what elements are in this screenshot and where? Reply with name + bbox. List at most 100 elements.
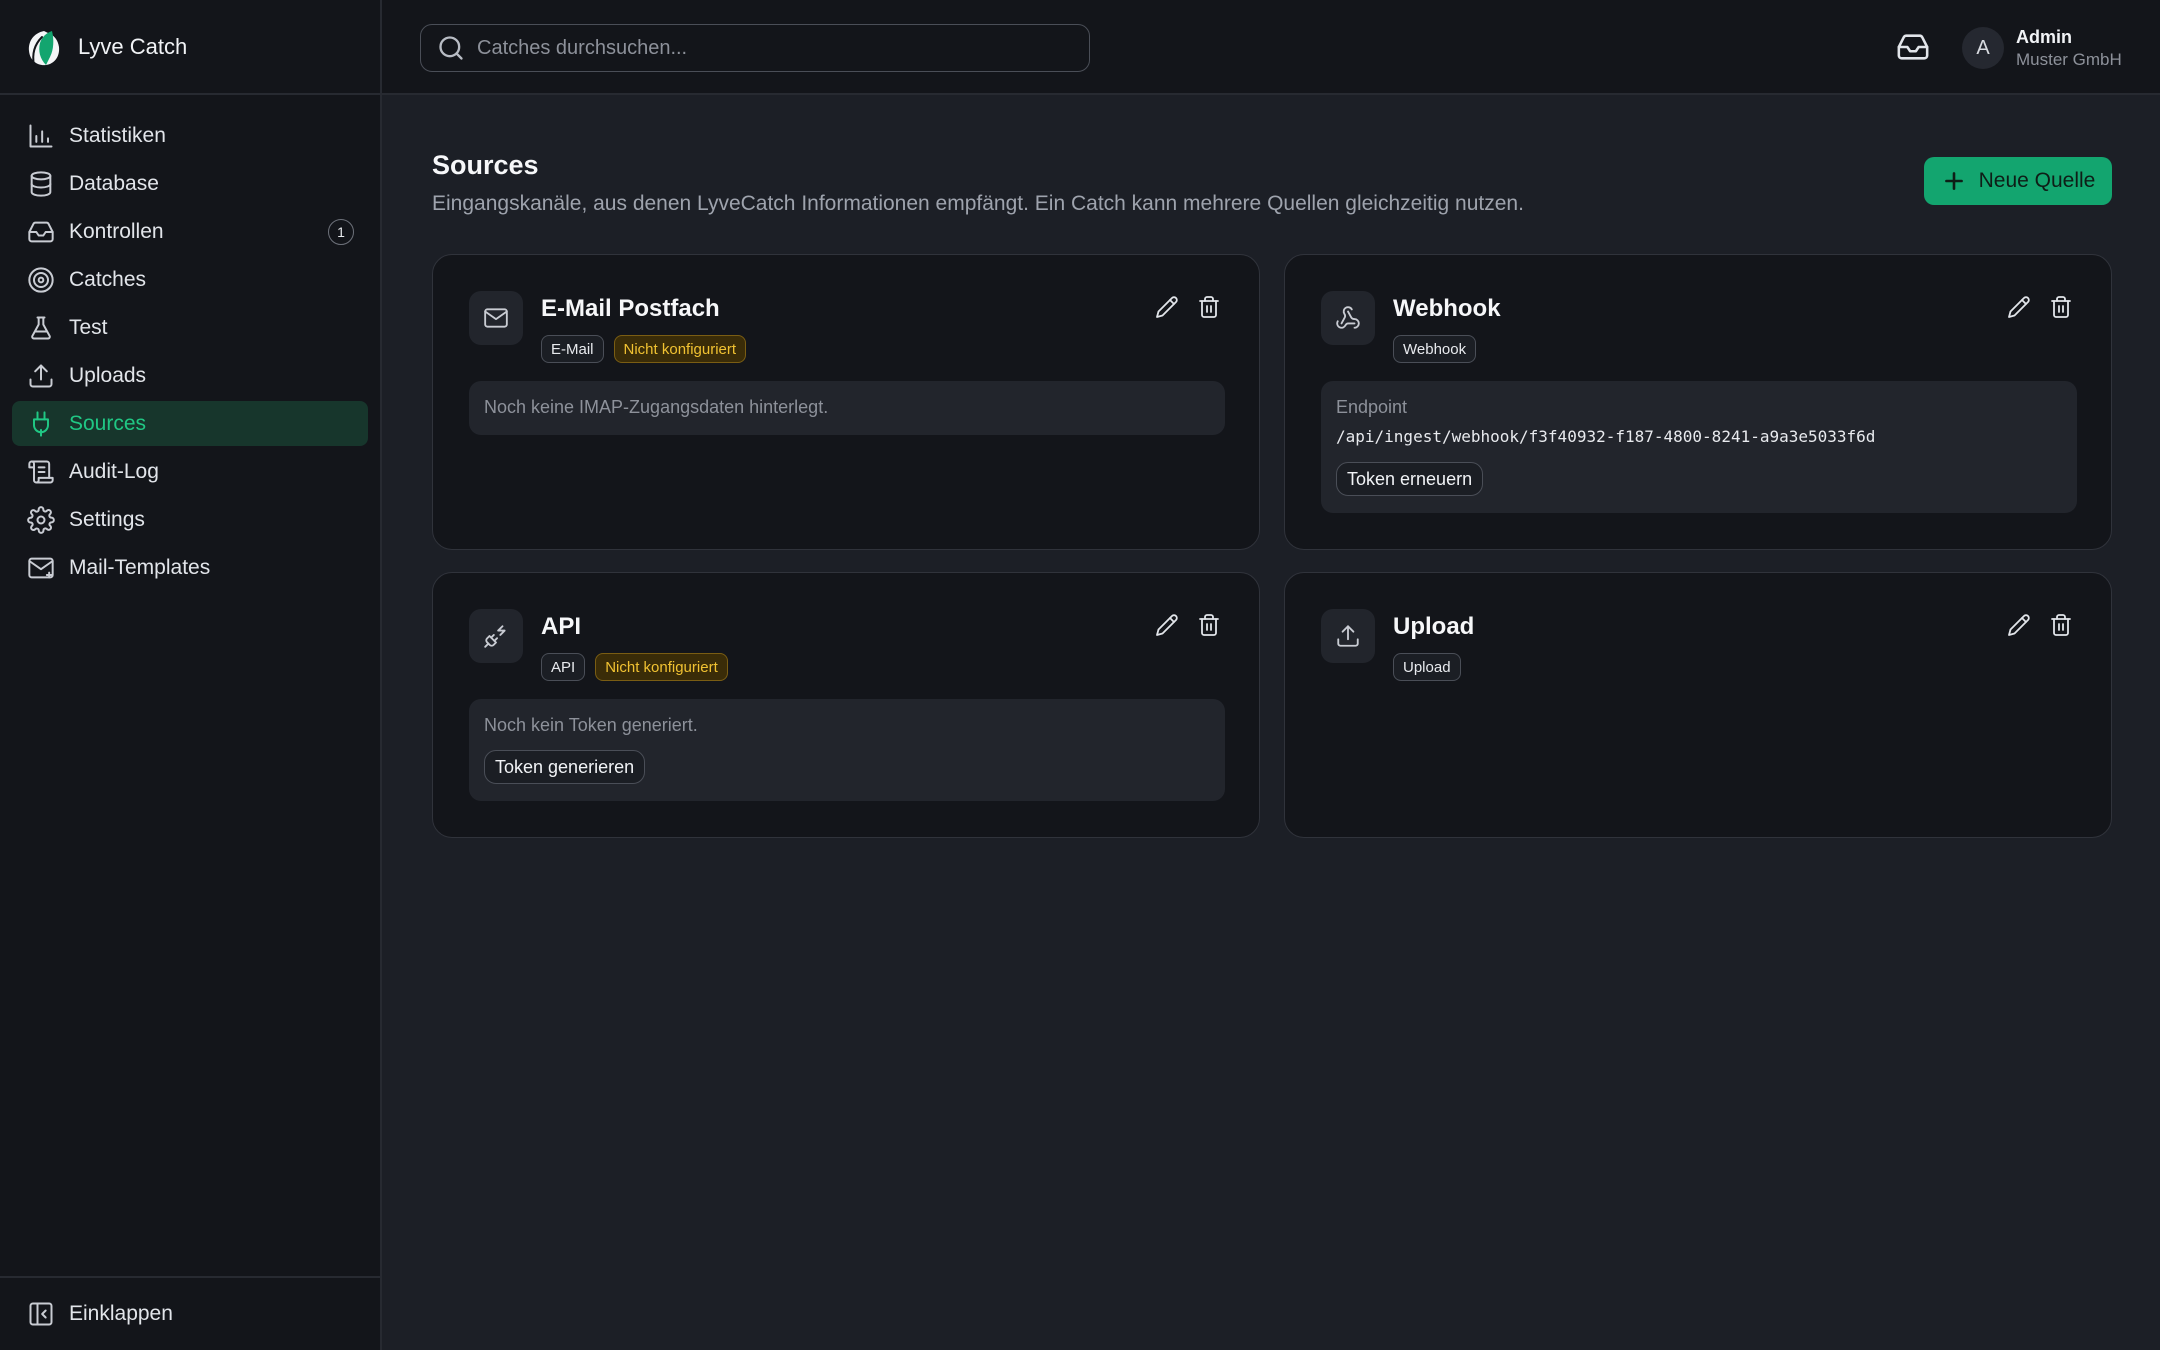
search-icon	[439, 36, 463, 60]
edit-button[interactable]	[2007, 295, 2031, 319]
pencil-icon	[1156, 614, 1178, 636]
new-source-label: Neue Quelle	[1978, 169, 2096, 192]
database-icon	[30, 170, 52, 197]
sidebar-item-settings[interactable]: Settings	[12, 497, 368, 542]
info-text: Noch kein Token generiert.	[484, 715, 698, 735]
brand[interactable]: Lyve Catch	[0, 0, 380, 95]
collapse-sidebar-button[interactable]: Einklappen	[0, 1276, 380, 1350]
sidebar-nav: Statistiken Database Kontrollen 1 Catche…	[0, 95, 380, 590]
page-description: Eingangskanäle, aus denen LyveCatch Info…	[432, 192, 1524, 215]
avatar[interactable]: A	[1962, 27, 2004, 69]
sidebar-item-label: Audit-Log	[69, 459, 159, 483]
type-tag: E-Mail	[541, 335, 604, 363]
delete-button[interactable]	[2049, 295, 2073, 319]
delete-button[interactable]	[1197, 613, 1221, 637]
user-organization: Muster GmbH	[2016, 50, 2122, 69]
type-tag: API	[541, 653, 586, 681]
source-title: Upload	[1393, 613, 1475, 640]
plug-zap-icon	[484, 625, 506, 648]
sidebar-item-label: Statistiken	[69, 123, 166, 147]
source-tags: Upload	[1393, 653, 1461, 681]
sidebar-item-test[interactable]: Test	[12, 305, 368, 350]
topbar: A Admin Muster GmbH	[382, 0, 2160, 95]
trash-icon	[2051, 614, 2071, 636]
sidebar-item-mail-templates[interactable]: Mail-Templates	[12, 545, 368, 590]
sidebar-item-label: Kontrollen	[69, 219, 164, 243]
sidebar-item-label: Test	[69, 315, 108, 339]
source-title: E-Mail Postfach	[541, 295, 720, 322]
source-info: Noch keine IMAP-Zugangsdaten hinterlegt.	[469, 381, 1225, 435]
pencil-icon	[2008, 614, 2030, 636]
mail-icon	[484, 308, 508, 328]
source-info: Noch kein Token generiert. Token generie…	[469, 699, 1225, 801]
source-card-api: API API Nicht konfiguriert Noch kein Tok…	[432, 572, 1260, 838]
edit-button[interactable]	[1155, 613, 1179, 637]
sidebar-item-audit-log[interactable]: Audit-Log	[12, 449, 368, 494]
brand-name: Lyve Catch	[78, 33, 188, 59]
plug-icon	[33, 410, 49, 437]
new-source-button[interactable]: Neue Quelle	[1924, 157, 2112, 205]
source-title: Webhook	[1393, 295, 1501, 322]
leaf-logo-icon	[28, 30, 60, 66]
info-text: Noch keine IMAP-Zugangsdaten hinterlegt.	[484, 397, 829, 417]
renew-token-button[interactable]: Token erneuern	[1336, 462, 1484, 496]
scroll-icon	[28, 460, 54, 483]
search-input[interactable]	[477, 36, 1077, 60]
notification-badge: 1	[328, 219, 354, 245]
target-icon	[28, 266, 54, 293]
edit-button[interactable]	[2007, 613, 2031, 637]
source-tags: Webhook	[1393, 335, 1477, 363]
card-actions	[1155, 613, 1221, 637]
inbox-icon	[28, 221, 54, 242]
source-title: API	[541, 613, 582, 640]
source-card-upload: Upload Upload	[1284, 572, 2112, 838]
card-actions	[2007, 295, 2073, 319]
sidebar-item-label: Mail-Templates	[69, 555, 211, 579]
source-icon	[469, 291, 523, 345]
mail-icon	[28, 557, 54, 578]
panel-collapse-icon	[29, 1302, 53, 1326]
delete-button[interactable]	[2049, 613, 2073, 637]
sidebar-item-label: Database	[69, 171, 159, 195]
endpoint-label: Endpoint	[1336, 397, 1408, 417]
type-tag: Webhook	[1393, 335, 1477, 363]
sidebar-item-database[interactable]: Database	[12, 161, 368, 206]
inbox-button[interactable]	[1896, 30, 1932, 66]
bar-chart-icon	[29, 124, 53, 147]
source-card-webhook: Webhook Webhook Endpoint /api/ingest/web…	[1284, 254, 2112, 550]
trash-icon	[1199, 296, 1219, 318]
source-icon	[1321, 609, 1375, 663]
sidebar-item-label: Catches	[69, 267, 147, 291]
edit-button[interactable]	[1155, 295, 1179, 319]
generate-token-button[interactable]: Token generieren	[484, 750, 646, 784]
collapse-label: Einklappen	[69, 1302, 173, 1325]
card-actions	[1155, 295, 1221, 319]
status-badge: Nicht konfiguriert	[595, 653, 728, 681]
sidebar-item-kontrollen[interactable]: Kontrollen 1	[12, 209, 368, 254]
status-badge: Nicht konfiguriert	[613, 335, 747, 363]
source-card-email: E-Mail Postfach E-Mail Nicht konfigurier…	[432, 254, 1260, 550]
plus-icon	[1944, 172, 1963, 190]
source-tags: E-Mail Nicht konfiguriert	[541, 335, 747, 363]
source-tags: API Nicht konfiguriert	[541, 653, 728, 681]
flask-icon	[31, 316, 51, 339]
trash-icon	[2051, 296, 2071, 318]
source-icon	[469, 609, 523, 663]
pencil-icon	[1156, 296, 1178, 318]
sidebar-item-label: Sources	[69, 411, 147, 435]
sidebar-item-catches[interactable]: Catches	[12, 257, 368, 302]
inbox-icon	[1897, 34, 1929, 60]
search-box[interactable]	[420, 24, 1090, 72]
sidebar-item-statistiken[interactable]: Statistiken	[12, 113, 368, 158]
delete-button[interactable]	[1197, 295, 1221, 319]
sidebar-item-uploads[interactable]: Uploads	[12, 353, 368, 398]
source-icon	[1321, 291, 1375, 345]
webhook-icon	[1336, 306, 1360, 329]
sidebar-item-sources[interactable]: Sources	[12, 401, 368, 446]
endpoint-url[interactable]: /api/ingest/webhook/f3f40932-f187-4800-8…	[1336, 427, 1875, 446]
page-title: Sources	[432, 150, 539, 180]
gear-icon	[27, 505, 55, 534]
type-tag: Upload	[1393, 653, 1461, 681]
trash-icon	[1199, 614, 1219, 636]
pencil-icon	[2008, 296, 2030, 318]
